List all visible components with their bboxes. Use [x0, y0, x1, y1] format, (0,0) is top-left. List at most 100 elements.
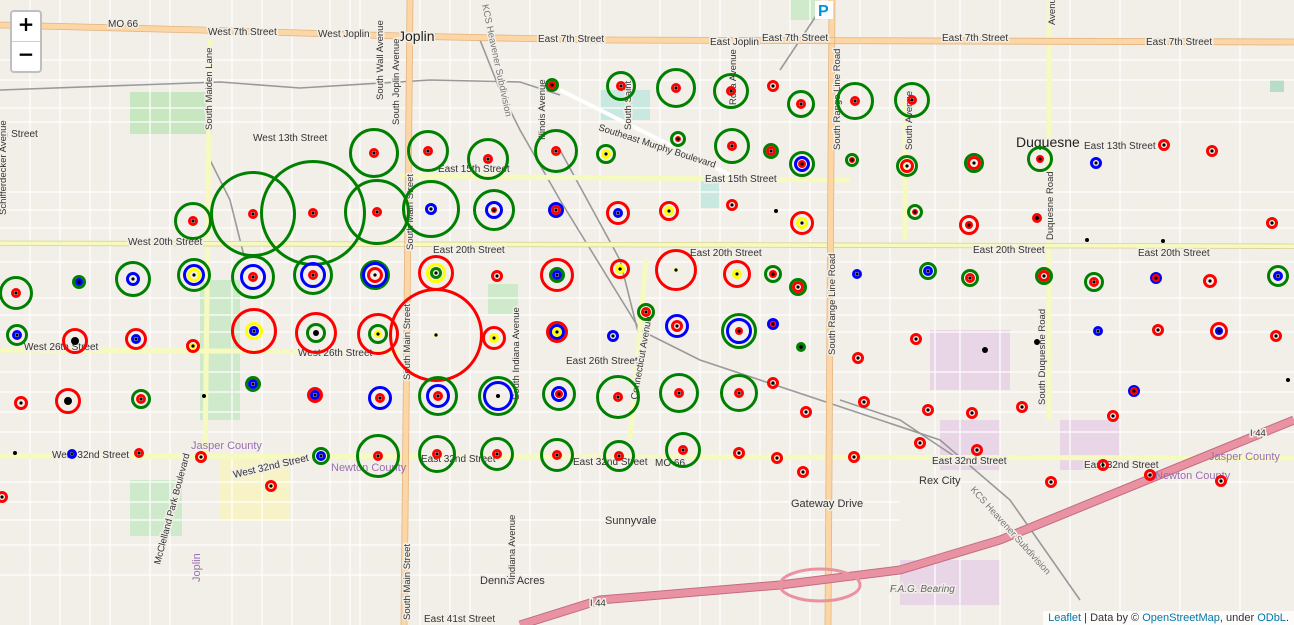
circle-marker[interactable] — [665, 432, 701, 468]
circle-marker[interactable] — [473, 189, 515, 231]
circle-marker[interactable] — [966, 407, 978, 419]
circle-marker[interactable] — [971, 444, 983, 456]
circle-marker[interactable] — [637, 303, 655, 321]
zoom-in-button[interactable]: + — [12, 12, 40, 42]
circle-marker[interactable] — [360, 260, 390, 290]
circle-marker[interactable] — [134, 448, 144, 458]
circle-marker[interactable] — [959, 215, 979, 235]
circle-marker[interactable] — [714, 128, 750, 164]
circle-marker[interactable] — [62, 328, 88, 354]
circle-marker[interactable] — [800, 406, 812, 418]
circle-marker[interactable] — [964, 153, 984, 173]
circle-marker[interactable] — [789, 151, 815, 177]
circle-marker[interactable] — [177, 258, 211, 292]
circle-marker[interactable] — [852, 352, 864, 364]
circle-marker[interactable] — [14, 396, 28, 410]
circle-marker[interactable] — [478, 376, 518, 416]
circle-marker[interactable] — [67, 449, 77, 459]
circle-marker[interactable] — [231, 308, 277, 354]
circle-marker[interactable] — [1203, 274, 1217, 288]
zoom-out-button[interactable]: − — [12, 42, 40, 71]
circle-marker[interactable] — [914, 437, 926, 449]
circle-marker[interactable] — [125, 328, 147, 350]
circle-marker[interactable] — [767, 318, 779, 330]
circle-marker[interactable] — [1267, 265, 1289, 287]
circle-marker[interactable] — [790, 211, 814, 235]
circle-marker[interactable] — [265, 480, 277, 492]
circle-marker[interactable] — [848, 451, 860, 463]
circle-marker[interactable] — [845, 153, 859, 167]
circle-marker[interactable] — [480, 437, 514, 471]
circle-marker[interactable] — [344, 179, 410, 245]
circle-marker[interactable] — [260, 160, 366, 266]
circle-marker[interactable] — [1097, 459, 1109, 471]
circle-marker[interactable] — [858, 396, 870, 408]
circle-marker[interactable] — [1286, 378, 1290, 382]
circle-marker[interactable] — [763, 143, 779, 159]
circle-marker[interactable] — [721, 313, 757, 349]
circle-marker[interactable] — [1144, 469, 1156, 481]
circle-marker[interactable] — [1210, 322, 1228, 340]
circle-marker[interactable] — [548, 202, 564, 218]
circle-marker[interactable] — [349, 128, 399, 178]
circle-marker[interactable] — [491, 270, 503, 282]
circle-marker[interactable] — [418, 435, 456, 473]
circle-marker[interactable] — [1158, 139, 1170, 151]
circle-marker[interactable] — [836, 82, 874, 120]
circle-marker[interactable] — [656, 68, 696, 108]
circle-marker[interactable] — [1034, 339, 1040, 345]
circle-marker[interactable] — [610, 259, 630, 279]
circle-marker[interactable] — [767, 377, 779, 389]
circle-marker[interactable] — [603, 440, 635, 472]
circle-marker[interactable] — [115, 261, 151, 297]
circle-marker[interactable] — [774, 209, 778, 213]
circle-marker[interactable] — [13, 451, 17, 455]
map-container[interactable]: P MO 66 West 7th Street West Joplin Jopl… — [0, 0, 1294, 625]
circle-marker[interactable] — [670, 131, 686, 147]
circle-marker[interactable] — [186, 339, 200, 353]
circle-marker[interactable] — [659, 373, 699, 413]
circle-marker[interactable] — [1161, 239, 1165, 243]
circle-marker[interactable] — [659, 201, 679, 221]
circle-marker[interactable] — [596, 144, 616, 164]
circle-marker[interactable] — [312, 447, 330, 465]
circle-marker[interactable] — [961, 269, 979, 287]
circle-marker[interactable] — [389, 288, 483, 382]
circle-marker[interactable] — [293, 255, 333, 295]
circle-marker[interactable] — [1085, 238, 1089, 242]
circle-marker[interactable] — [796, 342, 806, 352]
circle-marker[interactable] — [0, 491, 8, 503]
circle-marker[interactable] — [6, 324, 28, 346]
circle-marker[interactable] — [174, 202, 212, 240]
circle-marker[interactable] — [596, 375, 640, 419]
circle-marker[interactable] — [726, 199, 738, 211]
circle-marker[interactable] — [1016, 401, 1028, 413]
circle-marker[interactable] — [546, 321, 568, 343]
circle-marker[interactable] — [1215, 475, 1227, 487]
circle-marker[interactable] — [733, 447, 745, 459]
circle-marker[interactable] — [418, 255, 454, 291]
circle-marker[interactable] — [606, 71, 636, 101]
circle-marker[interactable] — [307, 387, 323, 403]
marker-overlay[interactable] — [0, 0, 1294, 625]
circle-marker[interactable] — [1152, 324, 1164, 336]
circle-marker[interactable] — [1032, 213, 1042, 223]
circle-marker[interactable] — [894, 82, 930, 118]
circle-marker[interactable] — [407, 130, 449, 172]
circle-marker[interactable] — [655, 249, 697, 291]
circle-marker[interactable] — [55, 388, 81, 414]
circle-marker[interactable] — [231, 255, 275, 299]
circle-marker[interactable] — [797, 466, 809, 478]
circle-marker[interactable] — [607, 330, 619, 342]
circle-marker[interactable] — [852, 269, 862, 279]
circle-marker[interactable] — [202, 394, 206, 398]
circle-marker[interactable] — [665, 314, 689, 338]
circle-marker[interactable] — [131, 389, 151, 409]
circle-marker[interactable] — [534, 129, 578, 173]
circle-marker[interactable] — [1093, 326, 1103, 336]
circle-marker[interactable] — [982, 347, 988, 353]
circle-marker[interactable] — [771, 452, 783, 464]
circle-marker[interactable] — [1107, 410, 1119, 422]
osm-link[interactable]: OpenStreetMap — [1142, 612, 1220, 624]
circle-marker[interactable] — [195, 451, 207, 463]
